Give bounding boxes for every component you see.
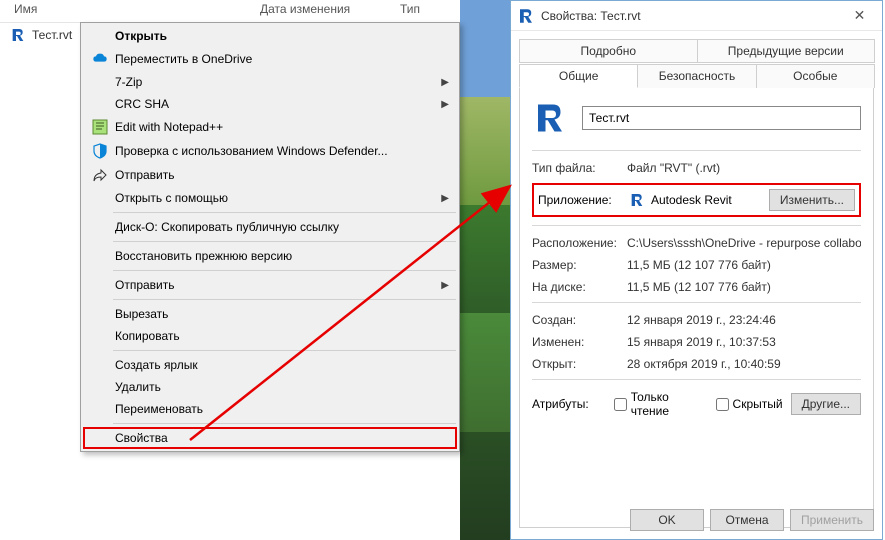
opened-value: 28 октября 2019 г., 10:40:59 <box>627 357 861 371</box>
tab-special[interactable]: Особые <box>756 64 875 88</box>
notepadpp-icon <box>89 119 111 135</box>
menu-properties[interactable]: Свойства <box>83 427 457 449</box>
tab-general[interactable]: Общие <box>519 64 638 88</box>
menu-cut[interactable]: Вырезать <box>83 303 457 325</box>
revit-app-small-icon <box>629 192 645 208</box>
created-label: Создан: <box>532 313 627 327</box>
menu-share[interactable]: Отправить <box>83 163 457 187</box>
opened-label: Открыт: <box>532 357 627 371</box>
menu-crc-sha[interactable]: CRC SHA▶ <box>83 93 457 115</box>
apply-button[interactable]: Применить <box>790 509 874 531</box>
menu-separator <box>113 270 456 271</box>
tab-security[interactable]: Безопасность <box>637 64 756 88</box>
application-value: Autodesk Revit <box>651 193 732 207</box>
readonly-checkbox[interactable]: Только чтение <box>614 390 708 418</box>
ondisk-value: 11,5 МБ (12 107 776 байт) <box>627 280 861 294</box>
location-value: C:\Users\sssh\OneDrive - repurpose colla… <box>627 236 861 250</box>
menu-copy[interactable]: Копировать <box>83 325 457 347</box>
menu-separator <box>113 299 456 300</box>
window-title: Свойства: Тест.rvt <box>535 9 837 23</box>
column-name[interactable]: Имя <box>0 2 260 16</box>
menu-separator <box>113 241 456 242</box>
menu-edit-notepadpp[interactable]: Edit with Notepad++ <box>83 115 457 139</box>
created-value: 12 января 2019 г., 23:24:46 <box>627 313 861 327</box>
menu-restore-version[interactable]: Восстановить прежнюю версию <box>83 245 457 267</box>
hidden-checkbox[interactable]: Скрытый <box>716 397 783 411</box>
ondisk-label: На диске: <box>532 280 627 294</box>
tab-previous-versions[interactable]: Предыдущие версии <box>697 39 876 63</box>
other-attributes-button[interactable]: Другие... <box>791 393 861 415</box>
desktop-wallpaper-strip <box>460 0 510 540</box>
location-label: Расположение: <box>532 236 627 250</box>
context-menu: Открыть Переместить в OneDrive 7-Zip▶ CR… <box>80 22 460 452</box>
menu-send-to[interactable]: Отправить▶ <box>83 274 457 296</box>
size-value: 11,5 МБ (12 107 776 байт) <box>627 258 861 272</box>
menu-move-to-onedrive[interactable]: Переместить в OneDrive <box>83 47 457 71</box>
menu-delete[interactable]: Удалить <box>83 376 457 398</box>
properties-dialog: Свойства: Тест.rvt ✕ Подробно Предыдущие… <box>510 0 883 540</box>
chevron-right-icon: ▶ <box>441 99 449 110</box>
menu-create-shortcut[interactable]: Создать ярлык <box>83 354 457 376</box>
filename-input[interactable] <box>582 106 861 130</box>
change-app-button[interactable]: Изменить... <box>769 189 855 211</box>
menu-windows-defender[interactable]: Проверка с использованием Windows Defend… <box>83 139 457 163</box>
column-date[interactable]: Дата изменения <box>260 2 400 16</box>
menu-separator <box>113 212 456 213</box>
attributes-label: Атрибуты: <box>532 397 606 411</box>
modified-label: Изменен: <box>532 335 627 349</box>
revit-file-icon <box>10 27 26 43</box>
chevron-right-icon: ▶ <box>441 193 449 204</box>
chevron-right-icon: ▶ <box>441 77 449 88</box>
tab-body-general: Тип файла: Файл "RVT" (.rvt) Приложение:… <box>519 88 874 528</box>
filetype-label: Тип файла: <box>532 161 627 175</box>
application-row-highlight: Приложение: Autodesk Revit Изменить... <box>532 183 861 217</box>
onedrive-icon <box>89 51 111 67</box>
application-label: Приложение: <box>538 193 629 207</box>
menu-open-with[interactable]: Открыть с помощью▶ <box>83 187 457 209</box>
filetype-value: Файл "RVT" (.rvt) <box>627 161 861 175</box>
menu-disko-copy-link[interactable]: Диск-O: Скопировать публичную ссылку <box>83 216 457 238</box>
defender-shield-icon <box>89 143 111 159</box>
menu-separator <box>113 423 456 424</box>
chevron-right-icon: ▶ <box>441 280 449 291</box>
menu-7zip[interactable]: 7-Zip▶ <box>83 71 457 93</box>
ok-button[interactable]: OK <box>630 509 704 531</box>
close-button[interactable]: ✕ <box>837 1 882 31</box>
revit-app-icon <box>517 7 535 25</box>
size-label: Размер: <box>532 258 627 272</box>
share-icon <box>89 167 111 183</box>
menu-open[interactable]: Открыть <box>83 25 457 47</box>
modified-value: 15 января 2019 г., 10:37:53 <box>627 335 861 349</box>
explorer-columns: Имя Дата изменения Тип <box>0 0 500 23</box>
menu-rename[interactable]: Переименовать <box>83 398 457 420</box>
titlebar: Свойства: Тест.rvt ✕ <box>511 1 882 31</box>
revit-file-big-icon <box>532 100 568 136</box>
tab-details[interactable]: Подробно <box>519 39 698 63</box>
cancel-button[interactable]: Отмена <box>710 509 784 531</box>
menu-separator <box>113 350 456 351</box>
